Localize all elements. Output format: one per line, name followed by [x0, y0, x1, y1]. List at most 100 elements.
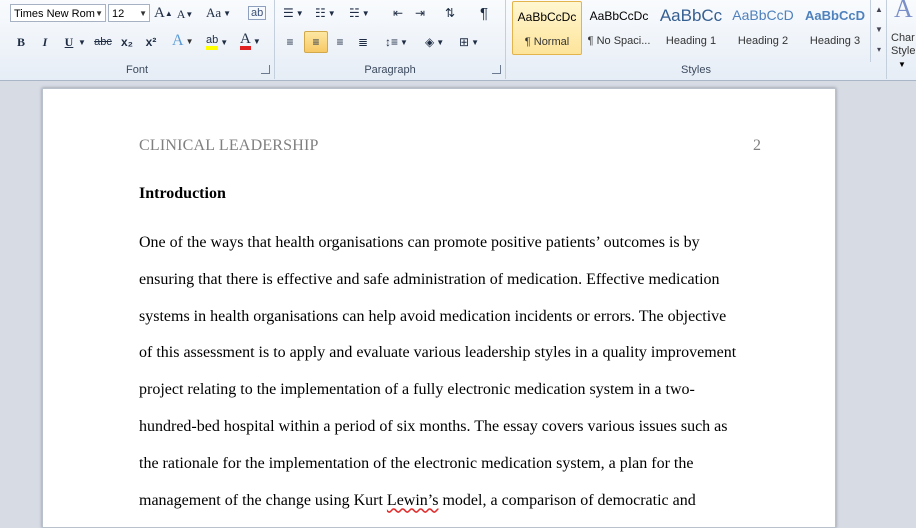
font-group-label: Font [125, 64, 148, 76]
strikethrough-icon: abc [94, 36, 112, 48]
style-sample: AaBbCcD [805, 8, 865, 23]
style-name: ¶ No Spaci... [587, 35, 651, 47]
style-sample: AaBbCcD [732, 7, 794, 23]
highlight-button[interactable]: ab ▼ [206, 32, 228, 52]
text-run: management of the change using Kurt [139, 491, 387, 509]
font-size-value: 12 [112, 8, 125, 20]
highlight-icon: ab [206, 34, 219, 50]
grow-font-icon: A [154, 4, 165, 21]
font-name-combo[interactable]: Times New Rom ▼ [10, 4, 106, 22]
ribbon: Times New Rom ▼ 12 ▼ A ▲ A ▼ Aa ▼ ab B I U … [0, 0, 916, 81]
styles-group-label: Styles [681, 64, 711, 76]
subscript-button[interactable]: x₂ [118, 32, 136, 52]
multilevel-list-icon: ☵ [349, 6, 360, 20]
style-normal[interactable]: AaBbCcDc ¶ Normal [512, 1, 582, 55]
bullets-button[interactable]: ☰ ▼ [283, 3, 304, 23]
change-styles-label: Style [891, 45, 916, 57]
shrink-font-icon: A [176, 6, 186, 21]
styles-gallery-scroll[interactable]: ▲ ▼ ▾ [870, 0, 887, 62]
strikethrough-button[interactable]: abc [94, 32, 112, 52]
italic-icon: I [42, 34, 48, 49]
chevron-down-icon[interactable]: ▼ [139, 5, 147, 23]
body-text[interactable]: One of the ways that health organisation… [139, 231, 745, 525]
bold-button[interactable]: B [12, 32, 30, 52]
font-color-button[interactable]: A ▼ [240, 31, 261, 51]
change-styles-button[interactable]: A Char Style ▼ [888, 0, 916, 79]
justify-icon: ≣ [357, 35, 369, 49]
style-sample: AaBbCc [659, 6, 723, 25]
change-case-icon: Aa [206, 5, 222, 20]
text-line[interactable]: One of the ways that health organisation… [139, 231, 745, 268]
underline-dropdown[interactable]: ▼ [78, 32, 86, 52]
chevron-down-icon[interactable]: ▼ [95, 5, 103, 23]
more-styles-icon[interactable]: ▾ [871, 40, 887, 60]
align-left-button[interactable]: ≡ [281, 32, 299, 52]
multilevel-list-button[interactable]: ☵ ▼ [349, 3, 370, 23]
style-heading-3[interactable]: AaBbCcD Heading 3 [800, 1, 870, 55]
scroll-up-icon[interactable]: ▲ [871, 0, 887, 20]
bullet-list-icon: ☰ [283, 6, 294, 20]
italic-button[interactable]: I [36, 32, 54, 52]
section-heading[interactable]: Introduction [139, 185, 226, 203]
sort-button[interactable]: ⇅ [441, 3, 459, 23]
increase-indent-icon: ⇥ [414, 6, 426, 20]
superscript-button[interactable]: x² [142, 32, 160, 52]
style-no-spacing[interactable]: AaBbCcDc ¶ No Spaci... [584, 1, 654, 55]
bold-icon: B [16, 34, 25, 49]
text-line[interactable]: the rationale for the implementation of … [139, 452, 745, 489]
show-marks-button[interactable]: ¶ [475, 3, 493, 23]
paragraph-group-label: Paragraph [364, 64, 416, 76]
increase-indent-button[interactable]: ⇥ [411, 3, 429, 23]
borders-button[interactable]: ⊞ ▼ [459, 32, 479, 52]
font-color-icon: A [240, 32, 251, 50]
underline-button[interactable]: U [60, 32, 78, 52]
justify-button[interactable]: ≣ [354, 32, 372, 52]
clear-formatting-icon: ab [248, 6, 267, 20]
clear-formatting-button[interactable]: ab [248, 3, 267, 23]
align-right-icon: ≡ [336, 35, 344, 49]
shading-button[interactable]: ◈ ▼ [425, 32, 444, 52]
subscript-icon: x₂ [120, 35, 133, 49]
text-line[interactable]: of this assessment is to apply and evalu… [139, 341, 745, 378]
chevron-down-icon: ▼ [78, 37, 86, 47]
align-center-button[interactable]: ≡ [304, 31, 328, 53]
decrease-indent-icon: ⇤ [392, 6, 404, 20]
text-effects-button[interactable]: A ▼ [172, 31, 193, 51]
superscript-icon: x² [145, 35, 157, 49]
style-heading-1[interactable]: AaBbCc Heading 1 [656, 1, 726, 55]
text-line[interactable]: management of the change using Kurt Lewi… [139, 489, 745, 526]
paint-bucket-icon: ◈ [425, 35, 435, 49]
scroll-down-icon[interactable]: ▼ [871, 20, 887, 40]
style-name: Heading 2 [737, 35, 789, 47]
numbering-button[interactable]: ☷ ▼ [315, 3, 336, 23]
font-name-value: Times New Rom [14, 8, 95, 20]
pilcrow-icon: ¶ [479, 4, 489, 22]
dialog-launcher-icon[interactable] [261, 65, 270, 74]
shrink-font-button[interactable]: A ▼ [176, 4, 194, 24]
align-right-button[interactable]: ≡ [331, 32, 349, 52]
style-name: ¶ Normal [524, 36, 570, 48]
document-page[interactable]: CLINICAL LEADERSHIP 2 Introduction One o… [42, 88, 836, 528]
change-styles-label: Char [891, 32, 915, 44]
text-line[interactable]: hundred-bed hospital within a period of … [139, 415, 745, 452]
spelling-flagged-word[interactable]: Lewin’s [387, 492, 439, 509]
decrease-indent-button[interactable]: ⇤ [389, 3, 407, 23]
page-number[interactable]: 2 [753, 137, 761, 155]
text-line[interactable]: systems in health organisations can help… [139, 305, 745, 342]
running-header[interactable]: CLINICAL LEADERSHIP [139, 137, 319, 155]
style-sample: AaBbCcDc [589, 9, 649, 23]
font-size-combo[interactable]: 12 ▼ [108, 4, 150, 22]
style-name: Heading 1 [665, 35, 717, 47]
grow-font-button[interactable]: A ▲ [154, 3, 173, 23]
dialog-launcher-icon[interactable] [492, 65, 501, 74]
style-heading-2[interactable]: AaBbCcD Heading 2 [728, 1, 798, 55]
borders-icon: ⊞ [459, 35, 470, 49]
line-spacing-button[interactable]: ↕≡ ▼ [385, 32, 408, 52]
text-line[interactable]: project relating to the implementation o… [139, 378, 745, 415]
change-case-button[interactable]: Aa ▼ [206, 3, 231, 23]
line-spacing-icon: ↕≡ [385, 35, 399, 49]
numbered-list-icon: ☷ [315, 6, 326, 20]
change-styles-icon: A [894, 0, 913, 23]
text-line[interactable]: ensuring that there is effective and saf… [139, 268, 745, 305]
align-center-icon: ≡ [312, 35, 320, 49]
